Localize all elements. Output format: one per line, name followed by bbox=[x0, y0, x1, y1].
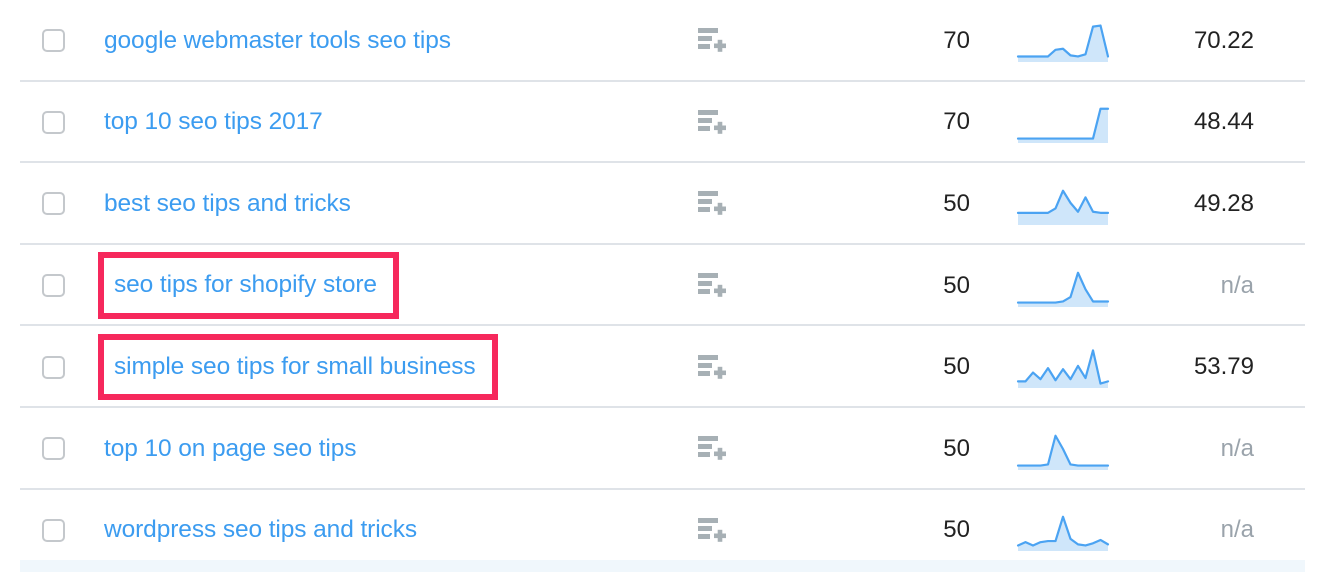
volume-value: 50 bbox=[943, 353, 970, 381]
keyword-link[interactable]: seo tips for shopify store bbox=[114, 273, 377, 298]
keyword-cell: best seo tips and tricks bbox=[104, 191, 698, 217]
keyword-cell: top 10 on page seo tips bbox=[104, 436, 698, 462]
add-to-list-icon[interactable] bbox=[698, 109, 727, 135]
add-to-list-cell bbox=[698, 191, 830, 216]
keyword-difficulty-value: 70.22 bbox=[1193, 26, 1254, 54]
row-checkbox[interactable] bbox=[42, 192, 65, 216]
add-to-list-icon[interactable] bbox=[698, 354, 727, 380]
keyword-link[interactable]: top 10 seo tips 2017 bbox=[104, 110, 323, 135]
trend-sparkline bbox=[988, 425, 1138, 473]
volume-value: 50 bbox=[943, 434, 970, 462]
keyword-link[interactable]: simple seo tips for small business bbox=[114, 354, 476, 380]
keyword-link[interactable]: top 10 on page seo tips bbox=[104, 436, 357, 462]
row-checkbox[interactable] bbox=[42, 29, 65, 53]
trend-sparkline bbox=[988, 343, 1138, 391]
add-to-list-icon[interactable] bbox=[698, 436, 727, 461]
keyword-link[interactable]: google webmaster tools seo tips bbox=[104, 28, 451, 54]
add-to-list-icon[interactable] bbox=[698, 28, 727, 53]
row-select-cell bbox=[0, 437, 104, 461]
selected-row-strip bbox=[20, 560, 1305, 572]
keyword-cell: wordpress seo tips and tricks bbox=[104, 518, 698, 543]
row-checkbox[interactable] bbox=[42, 274, 65, 298]
keyword-table: google webmaster tools seo tips 70 70.22 to… bbox=[0, 0, 1322, 572]
add-to-list-cell bbox=[698, 436, 830, 461]
add-to-list-icon[interactable] bbox=[698, 191, 727, 216]
keyword-cell: google webmaster tools seo tips bbox=[104, 28, 698, 54]
add-to-list-cell bbox=[698, 28, 830, 53]
keyword-difficulty-value: 53.79 bbox=[1193, 353, 1254, 381]
keyword-difficulty-value: n/a bbox=[1220, 434, 1254, 462]
trend-sparkline bbox=[988, 180, 1138, 228]
keyword-link[interactable]: best seo tips and tricks bbox=[104, 191, 351, 217]
row-select-cell bbox=[0, 110, 104, 134]
keyword-link[interactable]: wordpress seo tips and tricks bbox=[104, 518, 417, 543]
row-select-cell bbox=[0, 29, 104, 53]
volume-value: 70 bbox=[943, 108, 970, 136]
trend-sparkline bbox=[988, 98, 1138, 146]
table-row[interactable]: simple seo tips for small business 50 53.7… bbox=[0, 326, 1322, 408]
add-to-list-cell bbox=[698, 354, 830, 380]
table-row[interactable]: google webmaster tools seo tips 70 70.22 bbox=[0, 0, 1322, 82]
keyword-cell: seo tips for shopify store bbox=[98, 252, 698, 319]
keyword-table-body: google webmaster tools seo tips 70 70.22 to… bbox=[0, 0, 1322, 571]
keyword-cell: top 10 seo tips 2017 bbox=[104, 110, 698, 135]
keyword-difficulty-value: 49.28 bbox=[1193, 189, 1254, 217]
keyword-difficulty-value: n/a bbox=[1220, 516, 1254, 544]
table-row[interactable]: top 10 seo tips 2017 70 48.44 bbox=[0, 82, 1322, 164]
row-select-cell bbox=[0, 192, 104, 216]
row-select-cell bbox=[0, 355, 104, 379]
keyword-cell: simple seo tips for small business bbox=[98, 333, 698, 401]
add-to-list-icon[interactable] bbox=[698, 273, 727, 298]
trend-sparkline bbox=[988, 17, 1138, 65]
table-row[interactable]: wordpress seo tips and tricks 50 n/a bbox=[0, 490, 1322, 572]
keyword-highlight-box: simple seo tips for small business bbox=[98, 333, 498, 401]
add-to-list-cell bbox=[698, 517, 830, 543]
keyword-difficulty-value: n/a bbox=[1220, 271, 1254, 299]
row-select-cell bbox=[0, 274, 104, 298]
add-to-list-cell bbox=[698, 109, 830, 135]
keyword-difficulty-value: 48.44 bbox=[1193, 108, 1254, 136]
row-select-cell bbox=[0, 518, 104, 542]
trend-sparkline bbox=[988, 506, 1138, 554]
row-checkbox[interactable] bbox=[42, 110, 65, 134]
row-checkbox[interactable] bbox=[42, 355, 65, 379]
volume-value: 50 bbox=[943, 189, 970, 217]
add-to-list-icon[interactable] bbox=[698, 517, 727, 543]
table-row[interactable]: best seo tips and tricks 50 49.28 bbox=[0, 163, 1322, 245]
table-row[interactable]: top 10 on page seo tips 50 n/a bbox=[0, 408, 1322, 490]
keyword-highlight-box: seo tips for shopify store bbox=[98, 252, 399, 319]
volume-value: 70 bbox=[943, 26, 970, 54]
add-to-list-cell bbox=[698, 273, 830, 298]
volume-value: 50 bbox=[943, 271, 970, 299]
trend-sparkline bbox=[988, 262, 1138, 310]
row-checkbox[interactable] bbox=[42, 518, 65, 542]
volume-value: 50 bbox=[943, 516, 970, 544]
table-row[interactable]: seo tips for shopify store 50 n/a bbox=[0, 245, 1322, 327]
row-checkbox[interactable] bbox=[42, 437, 65, 461]
